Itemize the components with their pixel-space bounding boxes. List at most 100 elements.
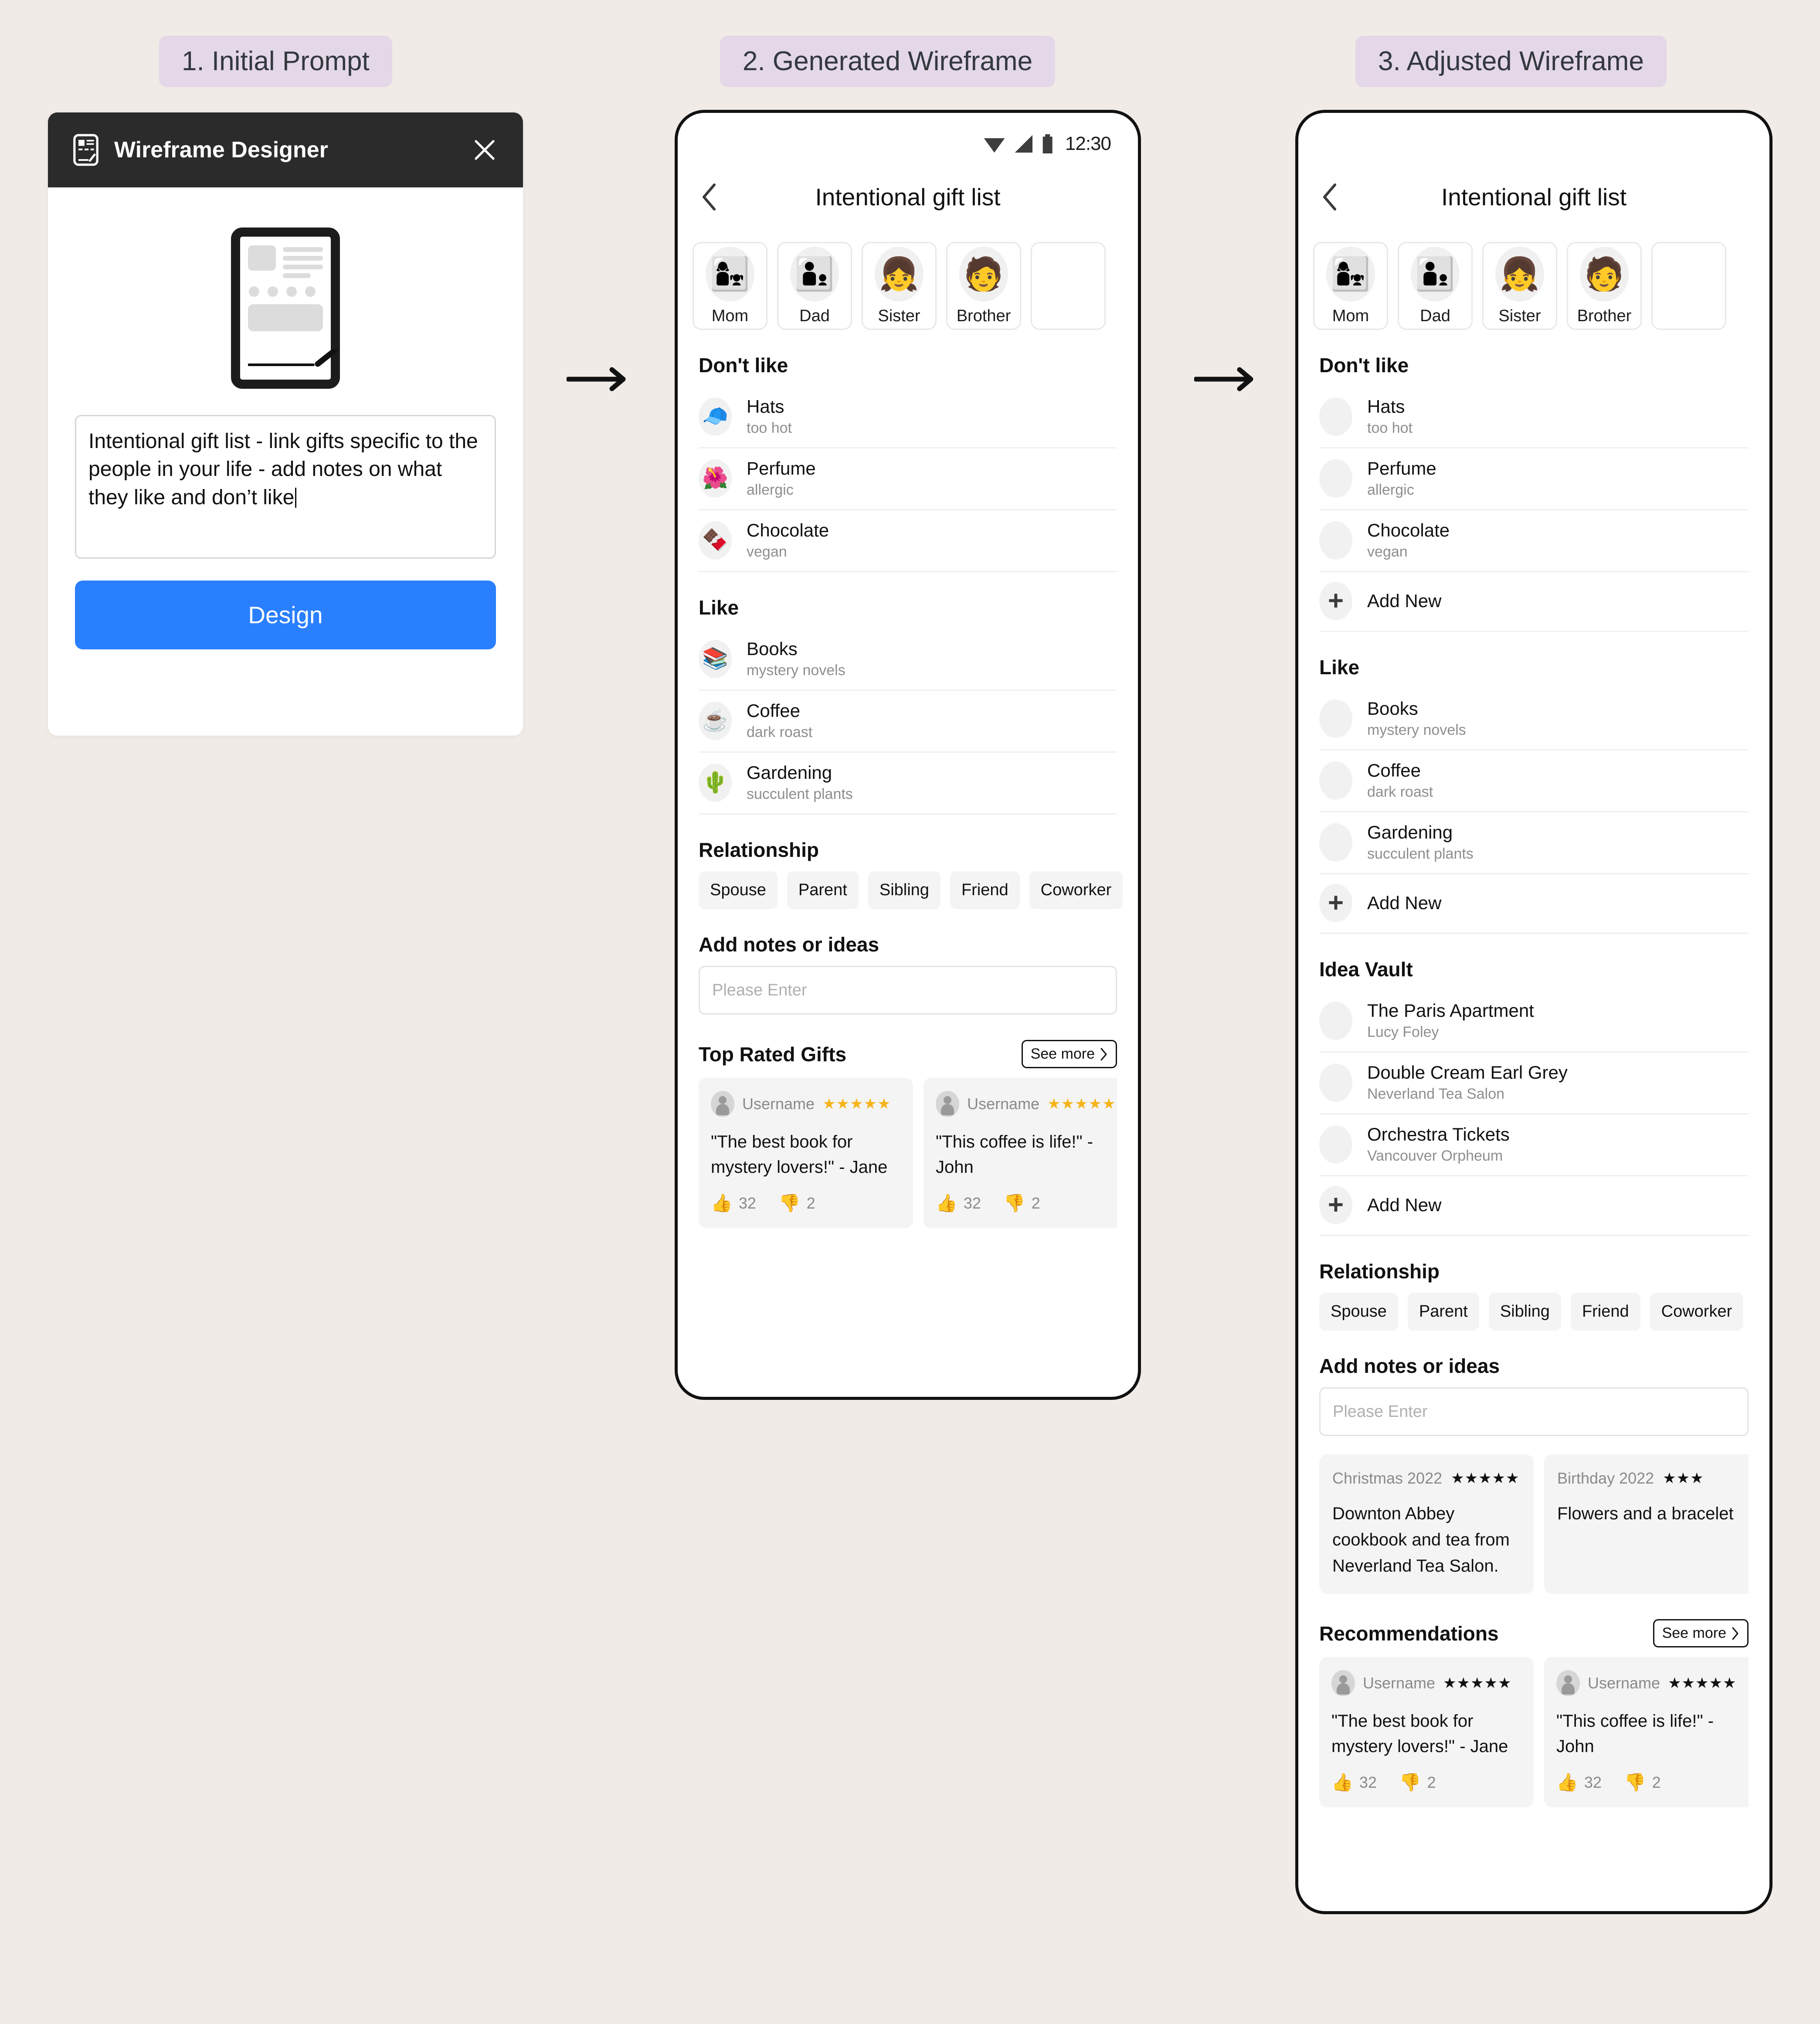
chevron-left-icon[interactable] — [1321, 183, 1338, 211]
list-item[interactable]: The Paris Apartment Lucy Foley — [1319, 991, 1749, 1053]
list-item[interactable]: Hats too hot — [1319, 387, 1749, 448]
thumbs-up-icon: 👍 — [936, 1194, 958, 1213]
design-button[interactable]: Design — [75, 581, 496, 649]
list-item[interactable]: 🍫 Chocolate vegan — [699, 510, 1117, 572]
person-card-mom[interactable]: 👩‍👧 Mom — [1313, 242, 1388, 330]
relationship-chip-spouse[interactable]: Spouse — [699, 871, 778, 909]
downvote[interactable]: 👎 2 — [1004, 1193, 1040, 1213]
list-item-title: Coffee — [1367, 760, 1421, 781]
add-new-like[interactable]: + Add New — [1319, 874, 1749, 934]
item-placeholder-circle — [1319, 1063, 1352, 1102]
gift-history-card[interactable]: Christmas 2022 ★★★★★ Downton Abbey cookb… — [1319, 1454, 1534, 1594]
person-avatar-emoji: 👧 — [875, 246, 924, 302]
list-item-title: Perfume — [747, 458, 816, 479]
relationship-chip-parent[interactable]: Parent — [787, 871, 859, 909]
see-more-button[interactable]: See more — [1653, 1619, 1749, 1647]
relationship-chip-sibling[interactable]: Sibling — [1488, 1293, 1561, 1331]
relationship-chip-parent[interactable]: Parent — [1407, 1293, 1479, 1331]
notes-input[interactable]: Please Enter — [1319, 1387, 1749, 1436]
people-strip[interactable]: 👩‍👧 Mom 👨‍👦 Dad 👧 Sister 🧑 Brother — [678, 230, 1138, 330]
person-card-mom[interactable]: 👩‍👧 Mom — [693, 242, 767, 330]
relationship-chip-friend[interactable]: Friend — [1570, 1293, 1640, 1331]
review-username: Username — [742, 1095, 815, 1113]
review-quote: "The best book for mystery lovers!" - Ja… — [711, 1132, 888, 1177]
rating-stars: ★★★★★ — [1451, 1470, 1520, 1487]
list-item[interactable]: Double Cream Earl Grey Neverland Tea Sal… — [1319, 1053, 1749, 1114]
upvote[interactable]: 👍 32 — [936, 1193, 981, 1213]
list-item-subtitle: dark roast — [747, 724, 813, 740]
see-more-label: See more — [1662, 1625, 1726, 1641]
list-item[interactable]: Books mystery novels — [1319, 689, 1749, 751]
person-name: Sister — [878, 306, 920, 325]
list-item[interactable]: Gardening succulent plants — [1319, 812, 1749, 874]
gift-description: Downton Abbey cookbook and tea from Neve… — [1332, 1504, 1510, 1576]
list-item[interactable]: Orchestra Tickets Vancouver Orpheum — [1319, 1114, 1749, 1176]
section-title-relationship: Relationship — [699, 839, 819, 861]
add-new-idea-vault[interactable]: + Add New — [1319, 1176, 1749, 1236]
review-card[interactable]: Username ★★★★★ "The best book for myster… — [1319, 1657, 1534, 1807]
person-card-partial[interactable] — [1651, 242, 1726, 330]
downvote[interactable]: 👎 2 — [1624, 1772, 1661, 1793]
downvote[interactable]: 👎 2 — [1399, 1772, 1436, 1793]
person-card-dad[interactable]: 👨‍👦 Dad — [777, 242, 852, 330]
gift-history-card[interactable]: Birthday 2022 ★★★ Flowers and a bracelet — [1544, 1454, 1749, 1594]
section-title-like: Like — [1319, 656, 1360, 679]
relationship-chip-spouse[interactable]: Spouse — [1319, 1293, 1398, 1331]
list-item[interactable]: 🌺 Perfume allergic — [699, 448, 1117, 510]
list-item-title: Chocolate — [1367, 520, 1450, 540]
diagram-canvas: 1. Initial Prompt 2. Generated Wireframe… — [0, 0, 1820, 2024]
list-item[interactable]: ☕ Coffee dark roast — [699, 691, 1117, 753]
list-item-title: Hats — [1367, 396, 1405, 417]
list-item-title: Books — [747, 638, 798, 659]
list-item-subtitle: succulent plants — [1367, 846, 1474, 862]
add-new-dont-like[interactable]: + Add New — [1319, 572, 1749, 632]
person-card-sister[interactable]: 👧 Sister — [1482, 242, 1557, 330]
top-rated-header: Top Rated Gifts See more — [699, 1040, 1117, 1068]
list-item[interactable]: 📚 Books mystery novels — [699, 629, 1117, 691]
person-avatar-emoji: 👩‍👧 — [706, 246, 754, 302]
thumbs-down-icon: 👎 — [1003, 1194, 1025, 1213]
gift-description: Flowers and a bracelet — [1557, 1504, 1734, 1523]
relationship-chip-coworker[interactable]: Coworker — [1650, 1293, 1744, 1331]
person-card-dad[interactable]: 👨‍👦 Dad — [1398, 242, 1473, 330]
list-item-title: Orchestra Tickets — [1367, 1124, 1510, 1144]
wifi-icon — [984, 138, 1005, 153]
signal-icon — [1015, 135, 1032, 153]
person-card-brother[interactable]: 🧑 Brother — [1567, 242, 1642, 330]
list-item[interactable]: 🧢 Hats too hot — [699, 387, 1117, 448]
person-card-partial[interactable] — [1031, 242, 1106, 330]
list-item[interactable]: Chocolate vegan — [1319, 510, 1749, 572]
upvote[interactable]: 👍 32 — [1331, 1772, 1377, 1793]
avatar — [711, 1091, 734, 1117]
person-card-brother[interactable]: 🧑 Brother — [946, 242, 1021, 330]
review-card[interactable]: Username ★★★★★ "This coffee is life!" - … — [1544, 1657, 1749, 1807]
relationship-chip-sibling[interactable]: Sibling — [868, 871, 941, 909]
list-item[interactable]: 🌵 Gardening succulent plants — [699, 753, 1117, 815]
upvote[interactable]: 👍 32 — [711, 1193, 756, 1213]
person-card-sister[interactable]: 👧 Sister — [862, 242, 937, 330]
list-item-subtitle: mystery novels — [1367, 722, 1466, 738]
section-title-idea-vault: Idea Vault — [1319, 958, 1413, 981]
section-title-dont-like: Don't like — [1319, 354, 1409, 377]
prompt-input[interactable]: Intentional gift list - link gifts speci… — [75, 415, 496, 559]
list-item[interactable]: Coffee dark roast — [1319, 751, 1749, 812]
item-placeholder-circle — [1319, 1125, 1352, 1164]
relationship-chips: Spouse Parent Sibling Friend Coworker — [699, 871, 1123, 909]
list-item-title: Perfume — [1367, 458, 1436, 479]
review-card[interactable]: Username ★★★★★ "This coffee is life!" - … — [924, 1078, 1117, 1228]
review-card[interactable]: Username ★★★★★ "The best book for myster… — [699, 1078, 913, 1228]
list-item[interactable]: Perfume allergic — [1319, 448, 1749, 510]
battery-icon — [1042, 134, 1053, 153]
people-strip[interactable]: 👩‍👧 Mom 👨‍👦 Dad 👧 Sister 🧑 Brother — [1298, 230, 1769, 330]
upvote[interactable]: 👍 32 — [1556, 1772, 1602, 1793]
relationship-chip-coworker[interactable]: Coworker — [1029, 871, 1123, 909]
see-more-button[interactable]: See more — [1021, 1040, 1117, 1068]
phone2-content: Don't like 🧢 Hats too hot 🌺 Perfume alle… — [678, 353, 1138, 1228]
rating-stars: ★★★★★ — [1668, 1675, 1737, 1691]
downvote[interactable]: 👎 2 — [779, 1193, 815, 1213]
list-item-title: The Paris Apartment — [1367, 1000, 1534, 1021]
notes-input[interactable]: Please Enter — [699, 966, 1117, 1015]
close-icon[interactable] — [471, 136, 499, 164]
chevron-left-icon[interactable] — [700, 183, 718, 211]
relationship-chip-friend[interactable]: Friend — [950, 871, 1020, 909]
